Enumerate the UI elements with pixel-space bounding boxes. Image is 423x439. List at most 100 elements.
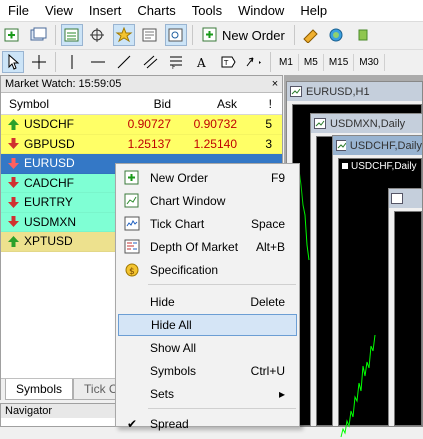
menu-item-shortcut: Space xyxy=(250,217,285,231)
menu-separator xyxy=(148,284,296,285)
drawing-toolbar: F A T M1 M5 M15 M30 xyxy=(0,49,423,74)
symbol-name: USDCHF xyxy=(24,117,74,132)
navigator-icon[interactable] xyxy=(113,24,135,46)
text-icon[interactable]: A xyxy=(191,51,213,73)
fibonacci-icon[interactable]: F xyxy=(165,51,187,73)
timeframe-m5[interactable]: M5 xyxy=(299,53,324,71)
market-watch-titlebar: Market Watch: 15:59:05 × xyxy=(1,76,282,93)
chart-marker-icon xyxy=(342,163,348,169)
arrow-up-icon xyxy=(8,118,19,130)
menu-item-spread[interactable]: ✔ Spread xyxy=(118,413,297,435)
svg-text:$: $ xyxy=(129,267,135,277)
toolbar-separator xyxy=(293,25,295,45)
specification-icon: $ xyxy=(125,263,139,277)
spread-value: 3 xyxy=(265,136,272,151)
tab-symbols[interactable]: Symbols xyxy=(5,379,74,400)
arrow-down-icon xyxy=(8,138,19,150)
toolbar-separator xyxy=(192,25,193,45)
menu-item-show-all[interactable]: Show All xyxy=(118,337,297,359)
close-icon[interactable]: × xyxy=(268,76,282,92)
chart-canvas xyxy=(394,211,422,426)
chart-window-title: USDCHF,Daily xyxy=(349,139,422,152)
menu-item-label: Show All xyxy=(150,341,197,355)
crosshair-icon[interactable] xyxy=(28,51,50,73)
menu-item-sets[interactable]: Sets ▸ xyxy=(118,383,297,405)
symbol-name: XPTUSD xyxy=(24,234,73,249)
menu-item-shortcut: Ctrl+U xyxy=(250,364,285,378)
menu-item-new-order[interactable]: New Order F9 xyxy=(118,167,297,189)
toolbar-separator xyxy=(55,25,56,45)
spread-value: 5 xyxy=(265,117,272,132)
menu-item-specification[interactable]: $ Specification xyxy=(118,259,297,281)
table-row[interactable]: USDCHF 0.90727 0.90732 5 xyxy=(1,115,282,135)
menu-item-label: New Order xyxy=(150,171,209,185)
menu-item-chart-window[interactable]: Chart Window xyxy=(118,190,297,212)
arrow-down-icon xyxy=(8,177,19,189)
timeframe-m1[interactable]: M1 xyxy=(274,53,299,71)
column-symbol[interactable]: Symbol xyxy=(1,97,111,111)
column-bid[interactable]: Bid xyxy=(111,97,177,111)
menu-insert[interactable]: Insert xyxy=(81,3,130,18)
menu-item-label: Sets xyxy=(150,387,175,401)
menu-item-shortcut: Alt+B xyxy=(255,240,285,254)
data-window-icon[interactable] xyxy=(87,24,109,46)
arrow-down-icon xyxy=(8,157,19,169)
timeframe-m30[interactable]: M30 xyxy=(354,53,385,71)
menu-item-shortcut: F9 xyxy=(270,171,285,185)
check-icon: ✔ xyxy=(126,417,138,431)
metaeditor-icon[interactable] xyxy=(300,24,322,46)
table-row[interactable]: GBPUSD 1.25137 1.25140 3 xyxy=(1,134,282,154)
symbol-name: EURTRY xyxy=(24,195,73,210)
menu-view[interactable]: View xyxy=(37,3,81,18)
menu-item-hide-all[interactable]: Hide All xyxy=(118,314,297,336)
chart-window-title: EURUSD,H1 xyxy=(306,85,370,98)
terminal-icon[interactable] xyxy=(139,24,161,46)
chart-window-title: USDMXN,Daily xyxy=(330,117,406,130)
menu-item-tick-chart[interactable]: Tick Chart Space xyxy=(118,213,297,235)
ask-value: 0.90732 xyxy=(193,117,237,132)
cursor-icon[interactable] xyxy=(2,51,24,73)
horizontal-line-icon[interactable] xyxy=(87,51,109,73)
menu-charts[interactable]: Charts xyxy=(129,3,183,18)
menu-item-hide[interactable]: Hide Delete xyxy=(118,291,297,313)
channel-icon[interactable] xyxy=(139,51,161,73)
menu-item-label: Hide All xyxy=(151,318,192,332)
chart-window[interactable] xyxy=(388,188,423,427)
toolbar-separator xyxy=(55,52,56,72)
menu-item-label: Spread xyxy=(150,417,189,431)
strategy-tester-icon[interactable] xyxy=(165,24,187,46)
timeframe-m15[interactable]: M15 xyxy=(324,53,355,71)
column-spread[interactable]: ! xyxy=(243,97,280,111)
menu-item-label: Chart Window xyxy=(150,194,226,208)
new-order-icon xyxy=(202,27,217,42)
menu-window[interactable]: Window xyxy=(230,3,292,18)
menu-tools[interactable]: Tools xyxy=(184,3,230,18)
menu-bar: File View Insert Charts Tools Window Hel… xyxy=(0,0,423,21)
symbol-name: GBPUSD xyxy=(24,136,75,151)
new-order-button[interactable]: New Order xyxy=(196,24,291,46)
menu-item-label: Tick Chart xyxy=(150,217,205,231)
menu-file[interactable]: File xyxy=(0,3,37,18)
context-menu: New Order F9 Chart Window Tick Chart Spa… xyxy=(115,163,300,431)
new-chart-icon[interactable] xyxy=(2,24,24,46)
trendline-icon[interactable] xyxy=(113,51,135,73)
label-icon[interactable]: T xyxy=(217,51,239,73)
symbol-name: EURUSD xyxy=(24,156,75,171)
vertical-line-icon[interactable] xyxy=(61,51,83,73)
chart-icon xyxy=(391,193,403,204)
menu-item-label: Specification xyxy=(150,263,219,277)
profiles-icon[interactable] xyxy=(28,24,50,46)
market-watch-title: Market Watch: 15:59:05 xyxy=(5,78,122,90)
depth-of-market-icon xyxy=(124,239,140,254)
menu-item-depth-of-market[interactable]: Depth Of Market Alt+B xyxy=(118,236,297,258)
arrows-icon[interactable] xyxy=(243,51,265,73)
menu-item-symbols[interactable]: Symbols Ctrl+U xyxy=(118,360,297,382)
menu-item-label: Symbols xyxy=(150,364,197,378)
menu-help[interactable]: Help xyxy=(292,3,335,18)
more-icon[interactable] xyxy=(352,24,374,46)
bid-value: 1.25137 xyxy=(127,136,171,151)
market-watch-icon[interactable] xyxy=(61,24,83,46)
menu-item-shortcut: Delete xyxy=(250,295,285,309)
autotrading-icon[interactable] xyxy=(326,24,348,46)
column-ask[interactable]: Ask xyxy=(177,97,243,111)
